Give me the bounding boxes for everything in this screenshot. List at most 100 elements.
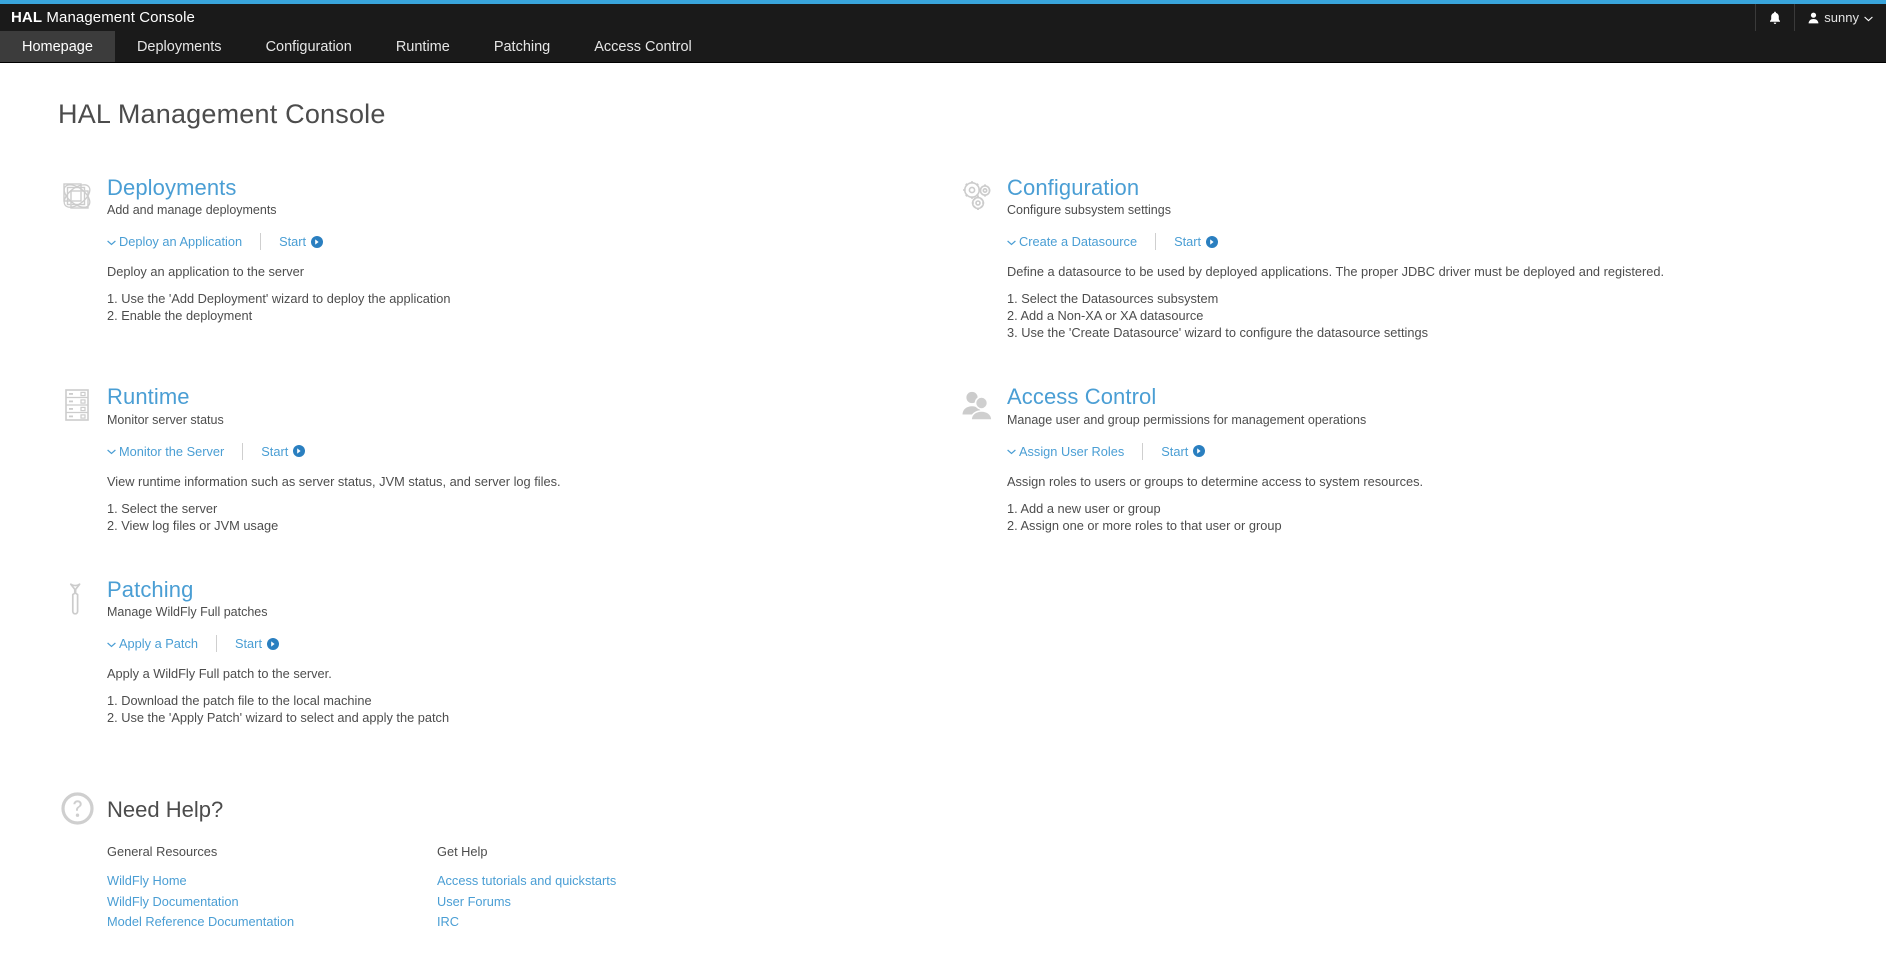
section-header: Runtime Monitor server status (58, 385, 958, 427)
arrow-circle-right-icon (293, 445, 306, 458)
section-subtitle: Manage WildFly Full patches (107, 605, 268, 620)
step-item: 2. Use the 'Apply Patch' wizard to selec… (107, 710, 450, 726)
section-body: Create a Datasource Start Define a datas… (958, 233, 1858, 341)
section-heading-wrap: Patching Manage WildFly Full patches (107, 577, 268, 620)
step-item: 3. Use the 'Create Datasource' wizard to… (1007, 325, 1429, 341)
section-heading-wrap: Runtime Monitor server status (107, 385, 224, 427)
tab-homepage[interactable]: Homepage (0, 31, 115, 62)
help-link[interactable]: WildFly Home (107, 871, 187, 892)
task-steps-list: 1. Select the Datasources subsystem 2. Ad… (1007, 290, 1858, 341)
user-menu-button[interactable]: sunny (1794, 4, 1886, 31)
section-subtitle: Add and manage deployments (107, 203, 277, 218)
section-title-link[interactable]: Runtime (107, 385, 224, 409)
section-heading-wrap: Configuration Configure subsystem settin… (1007, 175, 1171, 217)
task-steps-list: 1. Download the patch file to the local … (107, 692, 958, 726)
task-toggle-label: Apply a Patch (119, 636, 198, 652)
tab-configuration[interactable]: Configuration (244, 31, 374, 62)
arrow-circle-right-icon (311, 235, 324, 248)
help-link[interactable]: User Forums (437, 892, 511, 913)
section-patching: Patching Manage WildFly Full patches App… (58, 577, 958, 726)
start-link[interactable]: Start (261, 443, 306, 459)
task-toggle-label: Deploy an Application (119, 234, 243, 250)
help-column-title: General Resources (107, 844, 218, 860)
app-title: HAL Management Console (11, 9, 195, 26)
section-deployments: Deployments Add and manage deployments D… (58, 175, 958, 341)
section-body: Assign User Roles Start Assign roles to … (958, 442, 1858, 534)
section-subtitle: Monitor server status (107, 412, 224, 427)
step-item: 1. Use the 'Add Deployment' wizard to de… (107, 291, 451, 307)
deployments-icon (58, 176, 96, 216)
task-links-row: Deploy an Application Start (107, 233, 958, 251)
tab-label: Access Control (594, 38, 692, 55)
help-column: Get Help Access tutorials and quickstart… (437, 844, 767, 933)
divider (260, 233, 262, 251)
help-link[interactable]: WildFly Documentation (107, 892, 239, 913)
section-header: Patching Manage WildFly Full patches (58, 577, 958, 620)
task-description: View runtime information such as server … (107, 473, 561, 489)
tab-deployments[interactable]: Deployments (115, 31, 244, 62)
task-description: Deploy an application to the server (107, 264, 305, 280)
tab-access-control[interactable]: Access Control (572, 31, 714, 62)
section-body: Monitor the Server Start View runtime in… (58, 442, 958, 534)
section-runtime: Runtime Monitor server status Monitor th… (58, 385, 958, 533)
need-help-header: Need Help? (58, 790, 1886, 830)
section-title-link[interactable]: Configuration (1007, 175, 1171, 200)
task-steps-list: 1. Select the server 2. View log files or… (107, 500, 958, 534)
help-link[interactable]: Access tutorials and quickstarts (437, 871, 616, 892)
section-header: Access Control Manage user and group per… (958, 385, 1858, 427)
help-link[interactable]: Model Reference Documentation (107, 912, 294, 933)
start-label: Start (1174, 234, 1202, 250)
tab-label: Patching (493, 38, 551, 55)
gears-icon (958, 176, 996, 216)
start-link[interactable]: Start (279, 234, 324, 249)
need-help-title: Need Help? (107, 797, 224, 823)
section-access-control: Access Control Manage user and group per… (958, 385, 1858, 533)
question-mark-icon (58, 790, 96, 830)
need-help-columns: General Resources WildFly Home WildFly Do… (58, 844, 1886, 933)
header-right-group: sunny (1755, 4, 1886, 31)
task-toggle-link[interactable]: Assign User Roles (1007, 444, 1124, 459)
section-title-link[interactable]: Deployments (107, 175, 277, 200)
section-body: Deploy an Application Start Deploy an ap… (58, 233, 958, 324)
tab-runtime[interactable]: Runtime (374, 31, 472, 62)
bell-icon (1769, 11, 1781, 25)
step-item: 2. Assign one or more roles to that user… (1007, 517, 1282, 533)
section-title-link[interactable]: Patching (107, 577, 267, 602)
section-subtitle: Manage user and group permissions for ma… (1007, 412, 1367, 427)
task-toggle-link[interactable]: Deploy an Application (107, 234, 242, 249)
start-link[interactable]: Start (235, 636, 279, 651)
section-heading-wrap: Access Control Manage user and group per… (1007, 385, 1367, 427)
step-item: 1. Add a new user or group (1007, 500, 1161, 516)
task-toggle-link[interactable]: Apply a Patch (107, 636, 198, 651)
task-description: Apply a WildFly Full patch to the server… (107, 666, 332, 682)
task-toggle-link[interactable]: Create a Datasource (1007, 234, 1137, 249)
tab-label: Runtime (395, 38, 450, 55)
help-link[interactable]: IRC (437, 912, 459, 933)
section-header: Deployments Add and manage deployments (58, 175, 958, 218)
start-label: Start (234, 636, 262, 652)
task-toggle-label: Create a Datasource (1019, 234, 1138, 250)
notifications-button[interactable] (1755, 4, 1794, 31)
start-label: Start (261, 443, 289, 459)
start-label: Start (1161, 443, 1189, 459)
task-links-row: Monitor the Server Start (107, 442, 958, 460)
start-link[interactable]: Start (1174, 234, 1219, 250)
task-description: Assign roles to users or groups to deter… (1007, 473, 1424, 489)
task-description: Define a datasource to be used by deploy… (1007, 264, 1665, 280)
chevron-down-icon (1864, 16, 1873, 22)
divider (215, 635, 217, 653)
section-title-link[interactable]: Access Control (1007, 385, 1366, 409)
step-item: 2. View log files or JVM usage (107, 517, 279, 533)
tab-patching[interactable]: Patching (472, 31, 572, 62)
start-link[interactable]: Start (1161, 443, 1206, 459)
section-configuration: Configuration Configure subsystem settin… (958, 175, 1858, 341)
users-icon (958, 385, 996, 425)
arrow-circle-right-icon (1193, 445, 1206, 458)
step-item: 1. Select the Datasources subsystem (1007, 291, 1219, 307)
sections-grid: Deployments Add and manage deployments D… (58, 175, 1886, 770)
section-body: Apply a Patch Start Apply a WildFly Full… (58, 635, 958, 726)
divider (1142, 442, 1144, 460)
task-toggle-link[interactable]: Monitor the Server (107, 444, 224, 459)
app-header: HAL Management Console sunny (0, 4, 1886, 31)
section-header: Configuration Configure subsystem settin… (958, 175, 1858, 217)
